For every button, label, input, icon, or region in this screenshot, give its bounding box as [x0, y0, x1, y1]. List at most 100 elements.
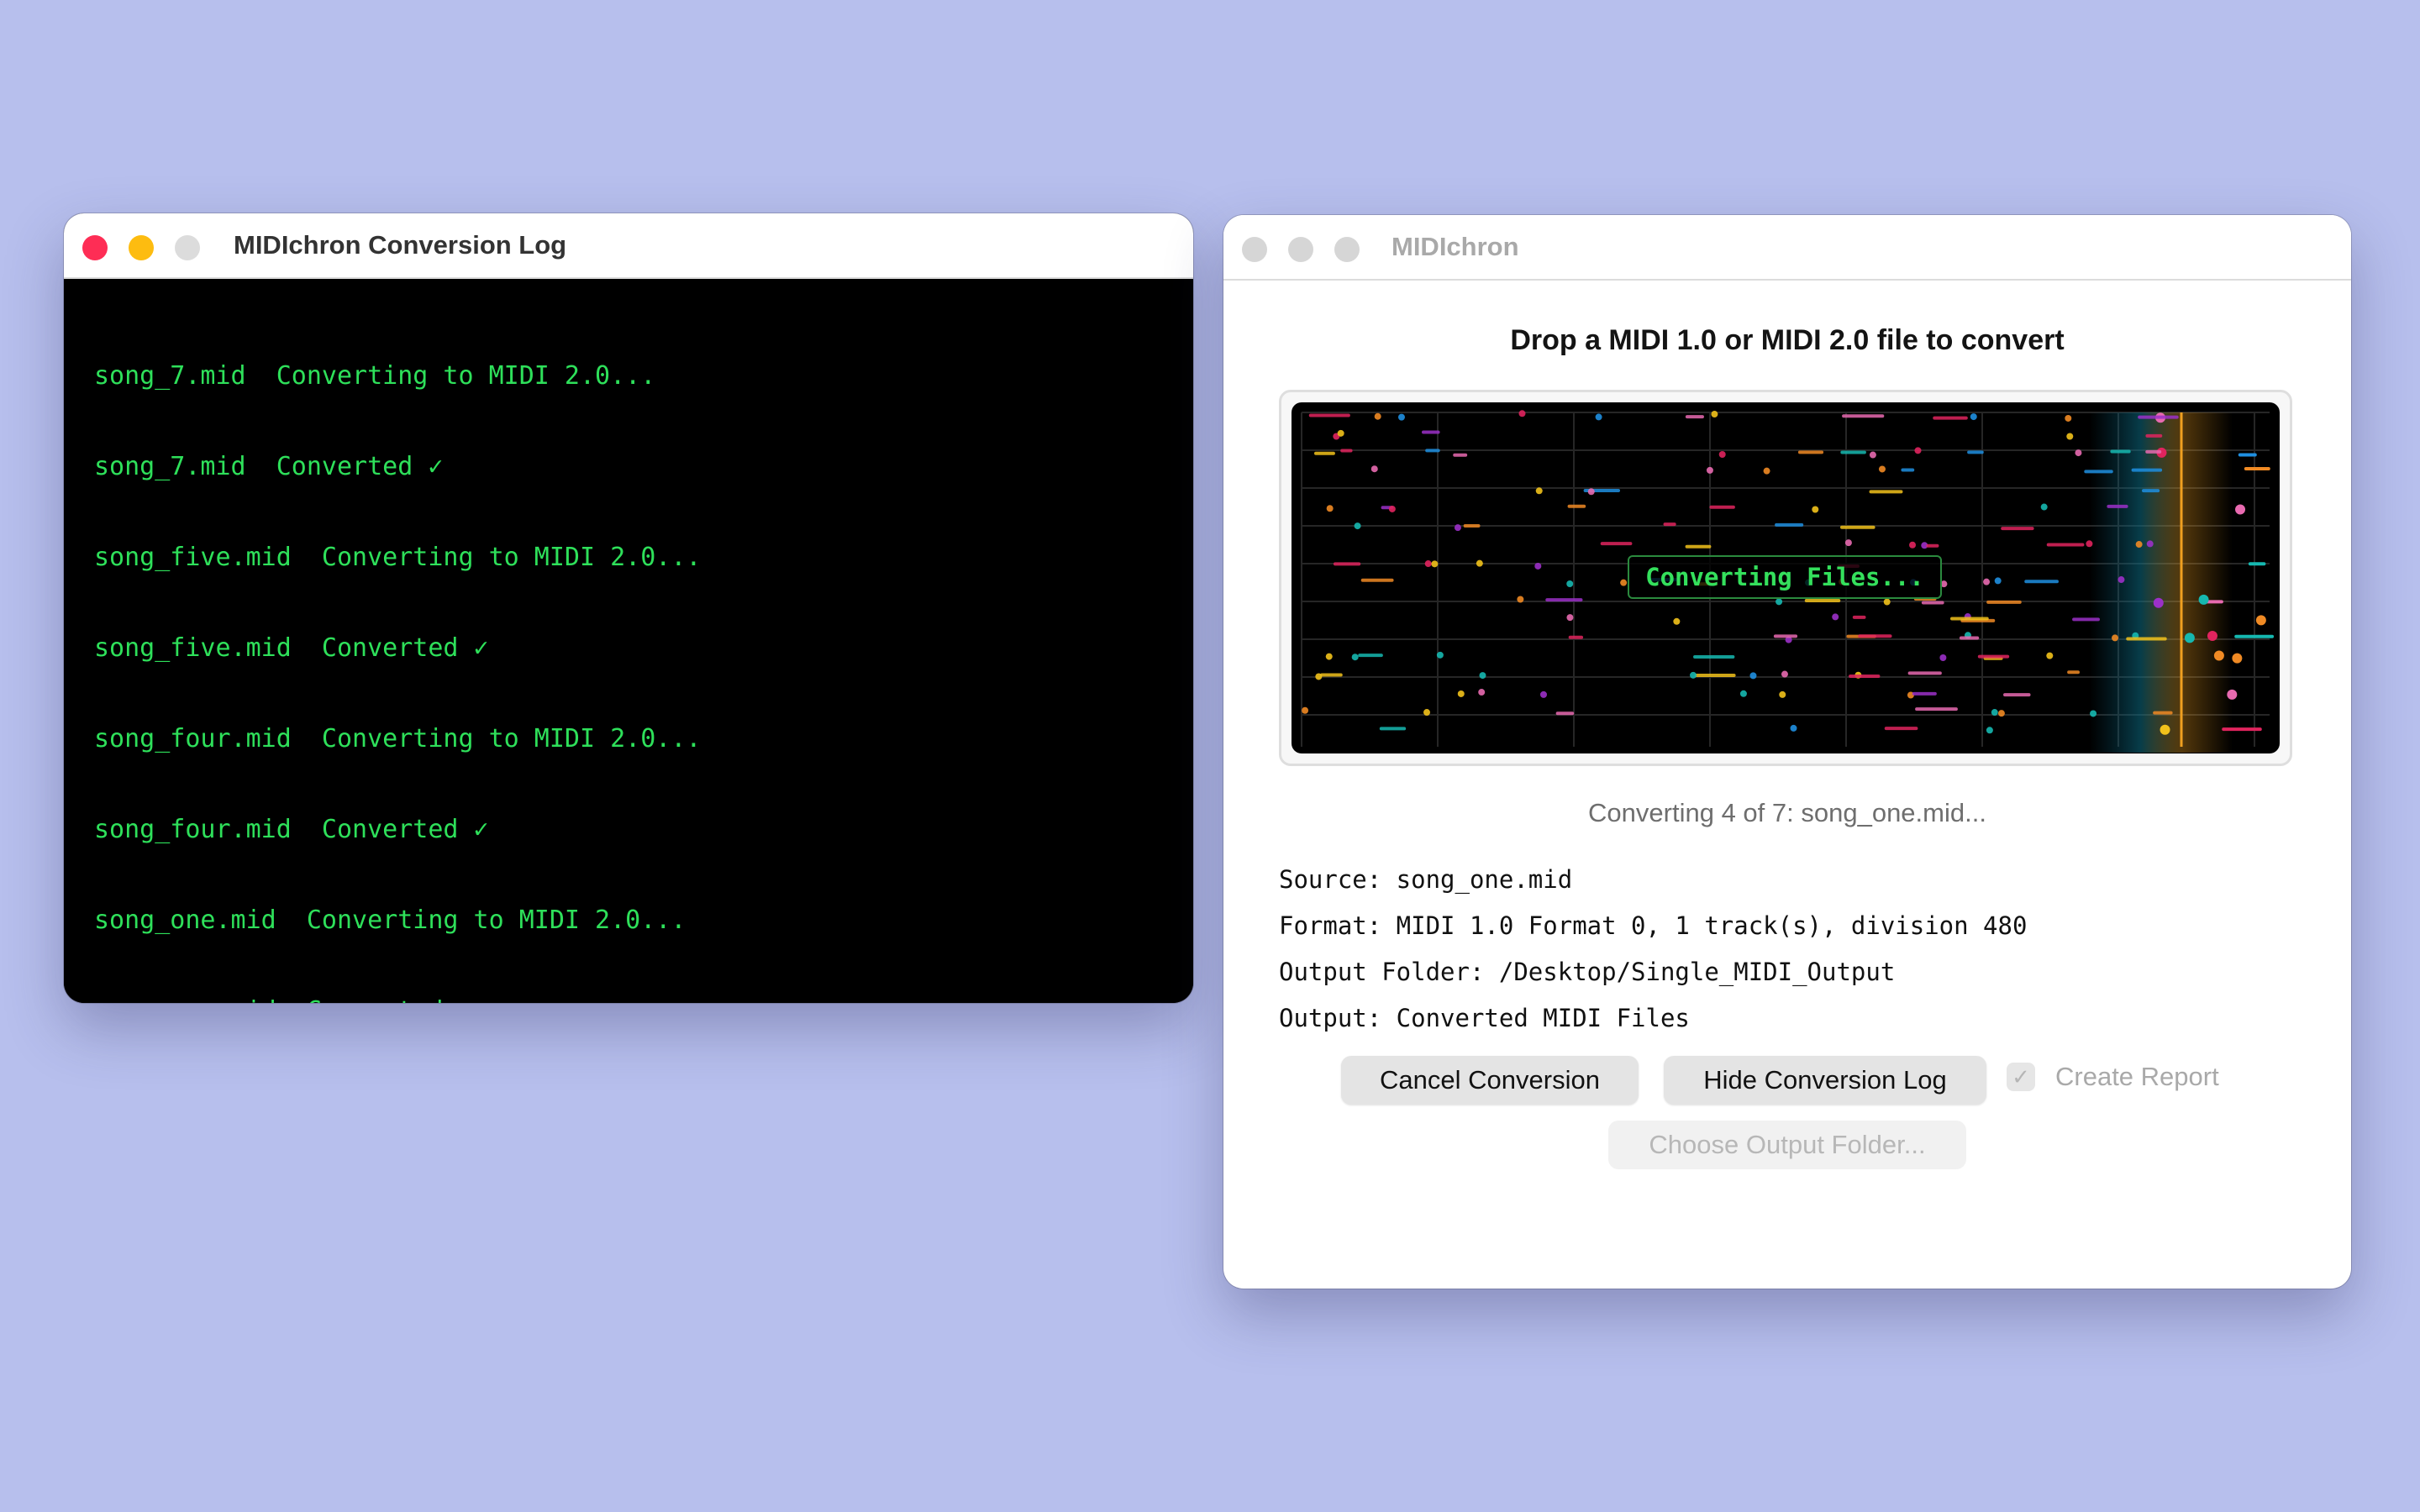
output-line: Output: Converted MIDI Files	[1279, 1004, 1690, 1032]
note-dot	[2090, 710, 2097, 717]
note-dot	[1478, 689, 1486, 696]
note-bar	[2067, 670, 2081, 675]
choose-output-folder-button[interactable]: Choose Output Folder...	[1608, 1121, 1966, 1169]
note-bar	[1921, 601, 1944, 605]
zoom-button[interactable]	[1334, 237, 1360, 262]
note-dot	[1883, 598, 1891, 606]
note-dot	[1302, 706, 1309, 714]
note-bar	[2003, 693, 2031, 697]
playhead-glow	[2090, 412, 2182, 753]
note-bar	[2126, 637, 2167, 641]
conversion-status: Converting 4 of 7: song_one.mid...	[1588, 798, 1986, 827]
note-bar	[1842, 414, 1885, 418]
note-dot	[1690, 671, 1697, 679]
note-dot	[1776, 598, 1783, 606]
note-bar	[1852, 615, 1866, 619]
note-bar	[2107, 504, 2128, 508]
note-dot	[1812, 506, 1819, 513]
close-button[interactable]	[1242, 237, 1267, 262]
note-dot	[1534, 562, 1542, 570]
note-dot	[1337, 429, 1344, 437]
note-bar	[1333, 562, 1361, 566]
log-line: song_five.mid Converting to MIDI 2.0...	[94, 543, 702, 572]
note-bar	[1425, 449, 1440, 453]
note-dot	[2227, 689, 2238, 700]
note-dot	[1388, 505, 1396, 512]
minimize-button[interactable]	[1288, 237, 1313, 262]
note-dot	[1983, 578, 1991, 585]
note-bar	[1840, 525, 1876, 529]
note-dot	[2086, 540, 2093, 548]
log-console[interactable]: song_7.mid Converting to MIDI 2.0... son…	[64, 279, 1193, 1003]
note-bar	[1567, 504, 1586, 508]
note-bar	[1421, 430, 1440, 434]
note-dot	[2040, 503, 2048, 511]
note-dot	[1997, 710, 2005, 717]
note-dot	[1718, 450, 1726, 458]
drop-zone[interactable]: Converting Files...	[1279, 390, 2292, 766]
note-bar	[1360, 578, 1394, 582]
log-line: song_five.mid Converted ✓	[94, 633, 489, 663]
note-bar	[2072, 617, 2100, 622]
note-dot	[2153, 597, 2164, 608]
note-bar	[1933, 416, 1968, 420]
note-bar	[1804, 599, 1841, 603]
note-bar	[1986, 600, 2022, 604]
note-bar	[1555, 711, 1575, 716]
note-bar	[1600, 542, 1633, 546]
note-bar	[1773, 634, 1798, 638]
drop-heading: Drop a MIDI 1.0 or MIDI 2.0 file to conv…	[1510, 324, 2065, 356]
note-dot	[1454, 524, 1461, 532]
note-bar	[2222, 727, 2262, 732]
note-dot	[1781, 670, 1788, 678]
hide-log-button[interactable]: Hide Conversion Log	[1664, 1056, 1986, 1105]
note-bar	[1663, 522, 1676, 527]
note-bar	[1907, 671, 1942, 675]
output-folder-line: Output Folder: /Desktop/Single_MIDI_Outp…	[1279, 958, 1896, 986]
note-bar	[2084, 470, 2113, 474]
converting-badge: Converting Files...	[1628, 555, 1942, 599]
note-dot	[2198, 594, 2209, 605]
minimize-button[interactable]	[129, 235, 154, 260]
note-bar	[1849, 675, 1881, 679]
note-dot	[2235, 504, 2246, 515]
note-dot	[1370, 465, 1378, 473]
note-bar	[1313, 451, 1335, 455]
close-button[interactable]	[82, 235, 108, 260]
note-bar	[2138, 415, 2179, 419]
note-dot	[1595, 413, 1602, 421]
source-line: Source: song_one.mid	[1279, 865, 1573, 894]
note-dot	[2065, 414, 2072, 422]
create-report-checkbox[interactable]: ✓	[2007, 1063, 2035, 1091]
log-line: song_7.mid Converting to MIDI 2.0...	[94, 361, 656, 391]
note-dot	[1986, 727, 1993, 734]
note-bar	[1320, 673, 1343, 677]
log-line: song_four.mid Converted ✓	[94, 815, 489, 844]
note-bar	[1912, 691, 1937, 696]
note-dot	[1457, 690, 1465, 697]
note-dot	[1878, 465, 1886, 473]
playhead-glow-trail	[2182, 412, 2233, 753]
note-dot	[1909, 541, 1917, 549]
note-bar	[1926, 543, 1939, 548]
log-titlebar[interactable]: MIDIchron Conversion Log	[64, 213, 1193, 279]
note-bar	[1775, 522, 1804, 527]
note-bar	[1950, 617, 1989, 621]
note-bar	[1959, 636, 1980, 640]
checkmark-icon: ✓	[2012, 1064, 2030, 1089]
log-window-title: MIDIchron Conversion Log	[234, 230, 567, 260]
main-titlebar[interactable]: MIDIchron	[1223, 215, 2351, 281]
zoom-button[interactable]	[175, 235, 200, 260]
note-dot	[1431, 560, 1439, 568]
format-line: Format: MIDI 1.0 Format 0, 1 track(s), d…	[1279, 911, 2028, 940]
note-dot	[1587, 488, 1595, 496]
note-bar	[1901, 468, 1915, 472]
cancel-conversion-button[interactable]: Cancel Conversion	[1341, 1056, 1639, 1105]
note-dot	[1397, 413, 1405, 421]
note-bar	[1340, 449, 1353, 453]
note-dot	[2207, 631, 2217, 642]
note-bar	[1709, 505, 1735, 509]
note-dot	[1436, 651, 1444, 659]
note-bar	[1685, 544, 1712, 549]
note-dot	[1844, 539, 1852, 547]
